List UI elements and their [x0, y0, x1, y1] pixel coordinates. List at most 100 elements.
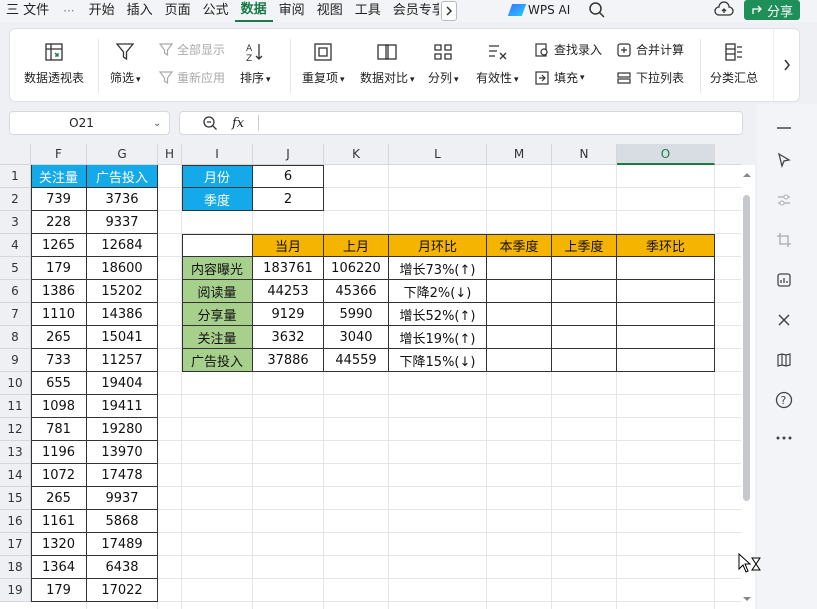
param-label[interactable]: 季度 [182, 188, 253, 211]
column-header-m[interactable]: M [487, 144, 552, 165]
summary-cell[interactable]: 106220 [324, 257, 389, 280]
row-header[interactable]: 14 [0, 464, 31, 487]
summary-cell[interactable] [552, 326, 617, 349]
reapply-button[interactable]: 重新应用 [158, 69, 225, 86]
summary-cell[interactable] [487, 280, 552, 303]
tab-page[interactable]: 页面 [159, 1, 197, 21]
summary-cell[interactable]: 3632 [253, 326, 324, 349]
row-header[interactable]: 13 [0, 441, 31, 464]
row-header[interactable]: 8 [0, 326, 31, 349]
fill-button[interactable]: 填充 ▾ [534, 69, 585, 86]
show-all-button[interactable]: 全部显示 [158, 41, 225, 58]
column-header-h[interactable]: H [158, 144, 182, 165]
validity-button[interactable]: 有效性 ▾ [476, 41, 519, 86]
left-table-cell[interactable]: 9337 [87, 211, 158, 234]
column-header-f[interactable]: F [31, 144, 87, 165]
left-table-cell[interactable]: 1072 [31, 464, 87, 487]
left-table-cell[interactable]: 19280 [87, 418, 158, 441]
share-button[interactable]: 分享 [744, 0, 800, 20]
row-header[interactable]: 6 [0, 280, 31, 303]
summary-cell[interactable]: 增长19%(↑) [389, 326, 487, 349]
left-table-cell[interactable]: 17022 [87, 579, 158, 602]
column-header-i[interactable]: I [182, 144, 253, 165]
summary-cell[interactable]: 下降2%(↓) [389, 280, 487, 303]
ribbon-scroll-right-icon[interactable] [773, 29, 799, 101]
select-pointer-icon[interactable] [774, 150, 794, 170]
column-header-k[interactable]: K [324, 144, 389, 165]
tab-member[interactable]: 会员专享 [387, 1, 439, 21]
summary-cell[interactable] [617, 303, 715, 326]
summary-row-label[interactable]: 广告投入 [182, 349, 253, 372]
tools-icon[interactable] [774, 310, 794, 330]
left-table-cell[interactable]: 6438 [87, 556, 158, 579]
left-table-cell[interactable]: 781 [31, 418, 87, 441]
left-table-cell[interactable]: 265 [31, 326, 87, 349]
row-header[interactable]: 17 [0, 533, 31, 556]
sort-button[interactable]: AZ 排序 ▾ [240, 41, 271, 86]
formula-bar[interactable]: fx [179, 111, 743, 135]
param-value[interactable]: 6 [253, 165, 324, 188]
more-menu[interactable]: ··· [55, 4, 82, 18]
summary-row-label[interactable]: 分享量 [182, 303, 253, 326]
left-table-header[interactable]: 关注量 [31, 165, 87, 188]
data-compare-button[interactable]: 数据对比 ▾ [360, 41, 415, 86]
row-header[interactable]: 5 [0, 257, 31, 280]
row-header[interactable]: 19 [0, 579, 31, 602]
left-table-cell[interactable]: 1265 [31, 234, 87, 257]
column-header-g[interactable]: G [87, 144, 158, 165]
summary-row-label[interactable]: 内容曝光 [182, 257, 253, 280]
column-header-n[interactable]: N [552, 144, 617, 165]
summary-cell[interactable] [617, 280, 715, 303]
tabs-more-chevron-icon[interactable] [440, 1, 457, 21]
summary-corner-cell[interactable] [182, 234, 253, 257]
tab-formula[interactable]: 公式 [197, 1, 235, 21]
subtotal-button[interactable]: 分类汇总 [710, 41, 758, 86]
row-header[interactable]: 15 [0, 487, 31, 510]
param-label[interactable]: 月份 [182, 165, 253, 188]
left-table-cell[interactable]: 179 [31, 257, 87, 280]
row-header[interactable]: 7 [0, 303, 31, 326]
summary-cell[interactable] [552, 280, 617, 303]
row-header[interactable]: 12 [0, 418, 31, 441]
left-table-cell[interactable]: 19404 [87, 372, 158, 395]
summary-cell[interactable]: 3040 [324, 326, 389, 349]
tab-review[interactable]: 审阅 [273, 1, 311, 21]
summary-header[interactable]: 季环比 [617, 234, 715, 257]
summary-row-label[interactable]: 关注量 [182, 326, 253, 349]
left-table-cell[interactable]: 15202 [87, 280, 158, 303]
help-icon[interactable]: ? [774, 390, 794, 410]
dropdown-list-button[interactable]: 下拉列表 [616, 69, 684, 86]
select-all-corner[interactable] [0, 144, 31, 165]
duplicates-button[interactable]: 重复项 ▾ [302, 41, 345, 86]
summary-cell[interactable] [552, 257, 617, 280]
left-table-cell[interactable]: 655 [31, 372, 87, 395]
map-book-icon[interactable] [774, 350, 794, 370]
left-table-cell[interactable]: 1386 [31, 280, 87, 303]
left-table-cell[interactable]: 733 [31, 349, 87, 372]
split-column-button[interactable]: 分列 ▾ [428, 41, 459, 86]
summary-cell[interactable] [617, 326, 715, 349]
left-table-cell[interactable]: 1161 [31, 510, 87, 533]
summary-header[interactable]: 上月 [324, 234, 389, 257]
summary-cell[interactable]: 5990 [324, 303, 389, 326]
row-header[interactable]: 10 [0, 372, 31, 395]
summary-cell[interactable] [487, 349, 552, 372]
summary-header[interactable]: 月环比 [389, 234, 487, 257]
scroll-down-icon[interactable] [742, 595, 752, 603]
summary-cell[interactable]: 44559 [324, 349, 389, 372]
row-header[interactable]: 18 [0, 556, 31, 579]
left-table-cell[interactable]: 9937 [87, 487, 158, 510]
scrollbar-thumb[interactable] [743, 195, 750, 501]
scroll-up-icon[interactable] [742, 171, 752, 179]
more-options-icon[interactable] [774, 428, 794, 448]
column-header-o[interactable]: O [617, 144, 715, 165]
left-table-cell[interactable]: 5868 [87, 510, 158, 533]
tab-data[interactable]: 数据 [234, 0, 273, 22]
row-header[interactable]: 9 [0, 349, 31, 372]
name-box-dropdown-icon[interactable]: ⌄ [153, 118, 169, 129]
summary-cell[interactable]: 37886 [253, 349, 324, 372]
row-header[interactable]: 11 [0, 395, 31, 418]
summary-cell[interactable] [552, 349, 617, 372]
summary-cell[interactable]: 增长52%(↑) [389, 303, 487, 326]
column-header-j[interactable]: J [253, 144, 324, 165]
